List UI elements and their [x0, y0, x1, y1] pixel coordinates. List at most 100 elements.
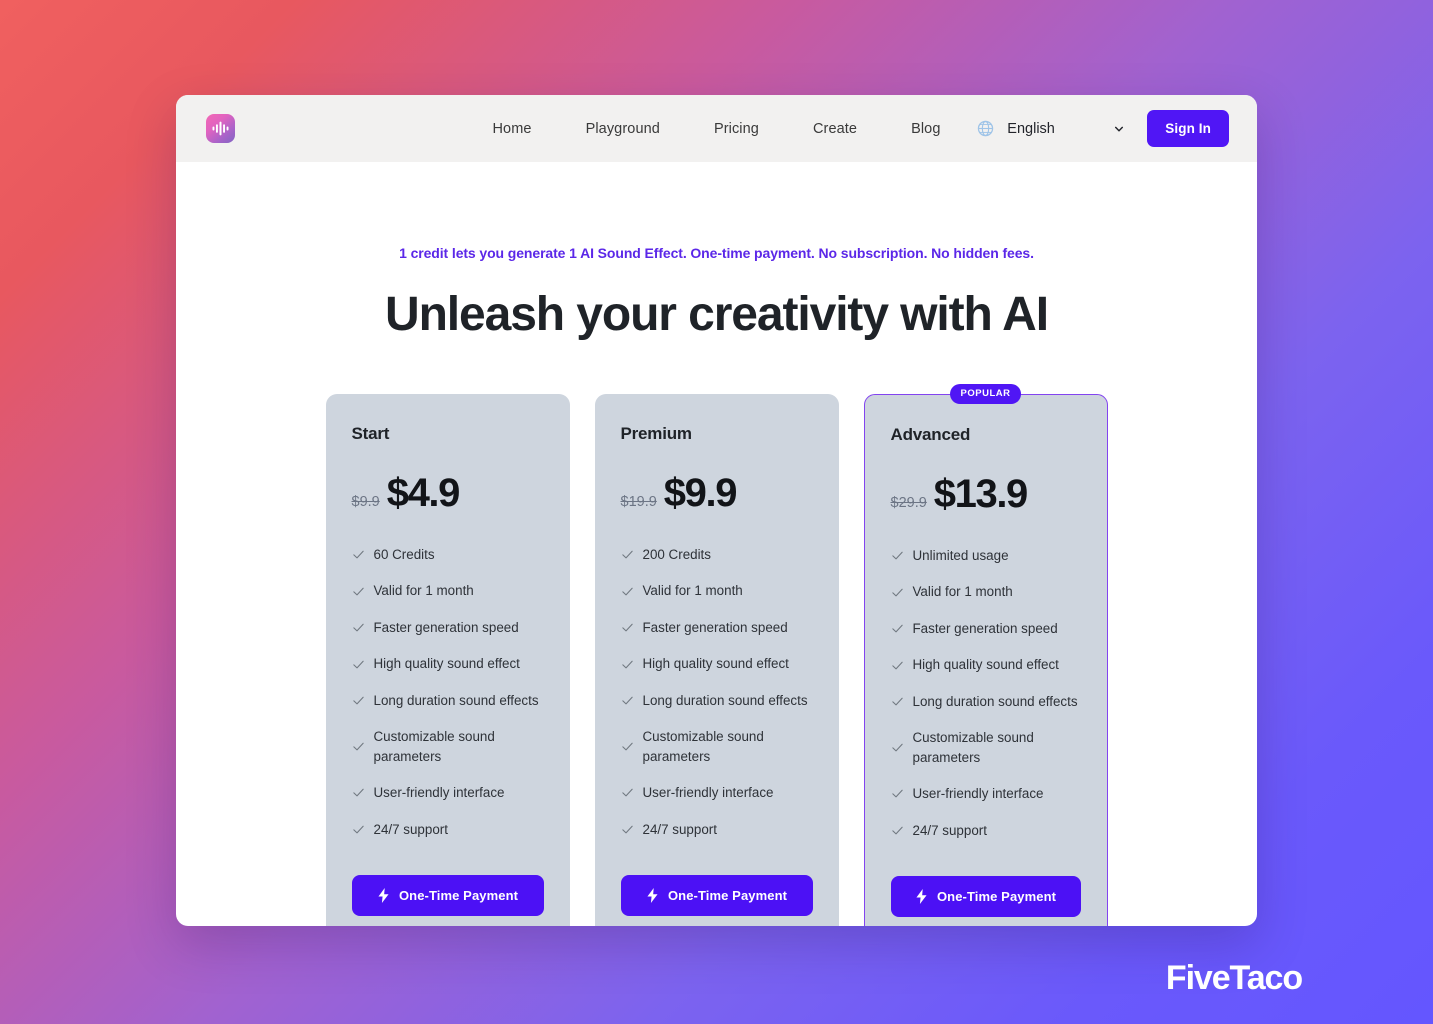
feature-item: Long duration sound effects	[891, 692, 1081, 711]
cta-label: One-Time Payment	[936, 888, 1057, 904]
hero-section: 1 credit lets you generate 1 AI Sound Ef…	[176, 162, 1257, 342]
feature-label: 24/7 support	[912, 822, 987, 838]
status-badge-popular: POPULAR	[949, 384, 1022, 404]
language-selector[interactable]: English	[977, 114, 1134, 143]
feature-label: Long duration sound effects	[373, 692, 539, 708]
nav-item-blog[interactable]: Blog	[884, 121, 967, 137]
feature-item: User-friendly interface	[891, 784, 1081, 803]
feature-item: 24/7 support	[352, 820, 544, 839]
check-icon	[352, 825, 364, 834]
nav-item-home[interactable]: Home	[465, 121, 558, 137]
check-icon	[621, 587, 633, 596]
feature-item: 200 Credits	[621, 545, 813, 564]
lightning-bolt-icon	[647, 887, 658, 903]
feature-label: 60 Credits	[373, 547, 435, 562]
feature-label: User-friendly interface	[912, 786, 1044, 802]
feature-item: Customizable sound parameters	[352, 727, 544, 766]
feature-item: Customizable sound parameters	[621, 727, 813, 766]
nav-item-pricing[interactable]: Pricing	[687, 121, 786, 137]
watermark-logo: FiveTaco	[1165, 959, 1303, 997]
feature-item: 24/7 support	[621, 820, 813, 839]
feature-label: User-friendly interface	[642, 785, 774, 801]
price-original: $9.9	[351, 494, 380, 510]
app-window: Home Playground Pricing Create Blog Engl…	[176, 95, 1257, 926]
feature-item: Valid for 1 month	[621, 581, 813, 600]
feature-label: 24/7 support	[373, 821, 448, 837]
lightning-bolt-icon	[378, 887, 389, 903]
price-row: $19.9 $9.9	[621, 473, 813, 513]
feature-label: High quality sound effect	[912, 657, 1059, 673]
lightning-bolt-icon	[916, 888, 927, 904]
feature-label: 200 Credits	[642, 547, 711, 562]
header-actions: English Sign In	[977, 110, 1229, 147]
nav-item-playground[interactable]: Playground	[559, 121, 687, 137]
check-icon	[621, 550, 633, 559]
site-header: Home Playground Pricing Create Blog Engl…	[176, 95, 1257, 162]
one-time-payment-button[interactable]: One-Time Payment	[890, 875, 1081, 917]
feature-label: Faster generation speed	[912, 620, 1058, 636]
page-title: Unleash your creativity with AI	[385, 288, 1049, 341]
check-icon	[621, 825, 633, 834]
check-icon	[352, 550, 364, 559]
feature-item: Faster generation speed	[891, 619, 1081, 638]
feature-label: Valid for 1 month	[642, 583, 743, 599]
feature-label: Customizable sound parameters	[373, 729, 495, 764]
feature-label: 24/7 support	[642, 821, 717, 837]
feature-label: Unlimited usage	[912, 548, 1009, 563]
feature-label: High quality sound effect	[642, 656, 789, 672]
price-current: $4.9	[386, 471, 461, 515]
price-row: $9.9 $4.9	[352, 473, 544, 513]
feature-label: User-friendly interface	[373, 785, 505, 801]
plan-name: Premium	[620, 424, 693, 443]
price-original: $19.9	[620, 494, 657, 510]
hero-tagline: 1 credit lets you generate 1 AI Sound Ef…	[399, 245, 1034, 261]
feature-item: High quality sound effect	[352, 654, 544, 673]
check-icon	[891, 661, 903, 669]
plan-name: Advanced	[890, 425, 971, 444]
globe-icon	[978, 120, 994, 137]
feature-item: High quality sound effect	[621, 654, 813, 673]
pricing-card-premium: Premium $19.9 $9.9 200 Credits Valid for…	[594, 394, 839, 926]
feature-label: Valid for 1 month	[373, 583, 474, 599]
feature-label: Customizable sound parameters	[642, 729, 764, 764]
check-icon	[352, 696, 364, 705]
price-current: $9.9	[663, 471, 738, 515]
feature-item: High quality sound effect	[891, 655, 1081, 674]
feature-item: Valid for 1 month	[352, 581, 544, 600]
one-time-payment-button[interactable]: One-Time Payment	[351, 874, 544, 916]
price-original: $29.9	[890, 495, 927, 511]
language-dropdown[interactable]: English	[1003, 114, 1134, 143]
feature-item: Unlimited usage	[891, 546, 1081, 565]
sign-in-button[interactable]: Sign In	[1147, 110, 1229, 147]
cta-label: One-Time Payment	[398, 887, 519, 903]
feature-label: Faster generation speed	[373, 619, 519, 635]
feature-list: Unlimited usage Valid for 1 month Faster…	[891, 546, 1081, 840]
feature-label: Valid for 1 month	[912, 584, 1013, 600]
nav-item-create[interactable]: Create	[786, 121, 884, 137]
check-icon	[621, 623, 633, 632]
check-icon	[352, 660, 364, 668]
pricing-card-advanced: POPULAR Advanced $29.9 $13.9 Unlimited u…	[863, 384, 1108, 926]
check-icon	[891, 697, 903, 706]
check-icon	[621, 660, 633, 668]
check-icon	[352, 788, 364, 797]
check-icon	[891, 789, 903, 798]
check-icon	[352, 623, 364, 632]
cta-label: One-Time Payment	[667, 887, 788, 903]
feature-item: 60 Credits	[352, 545, 544, 564]
feature-item: Customizable sound parameters	[891, 728, 1081, 767]
feature-item: Faster generation speed	[621, 618, 813, 637]
feature-label: Faster generation speed	[642, 619, 788, 635]
feature-item: Long duration sound effects	[352, 691, 544, 710]
check-icon	[352, 587, 364, 596]
feature-label: High quality sound effect	[373, 656, 520, 672]
feature-item: Long duration sound effects	[621, 691, 813, 710]
audio-waveform-icon[interactable]	[206, 114, 235, 143]
check-icon	[891, 743, 903, 752]
feature-item: User-friendly interface	[621, 783, 813, 802]
check-icon	[621, 696, 633, 705]
feature-item: 24/7 support	[891, 821, 1081, 840]
plan-name: Start	[351, 424, 390, 443]
one-time-payment-button[interactable]: One-Time Payment	[620, 874, 813, 916]
check-icon	[352, 742, 364, 751]
